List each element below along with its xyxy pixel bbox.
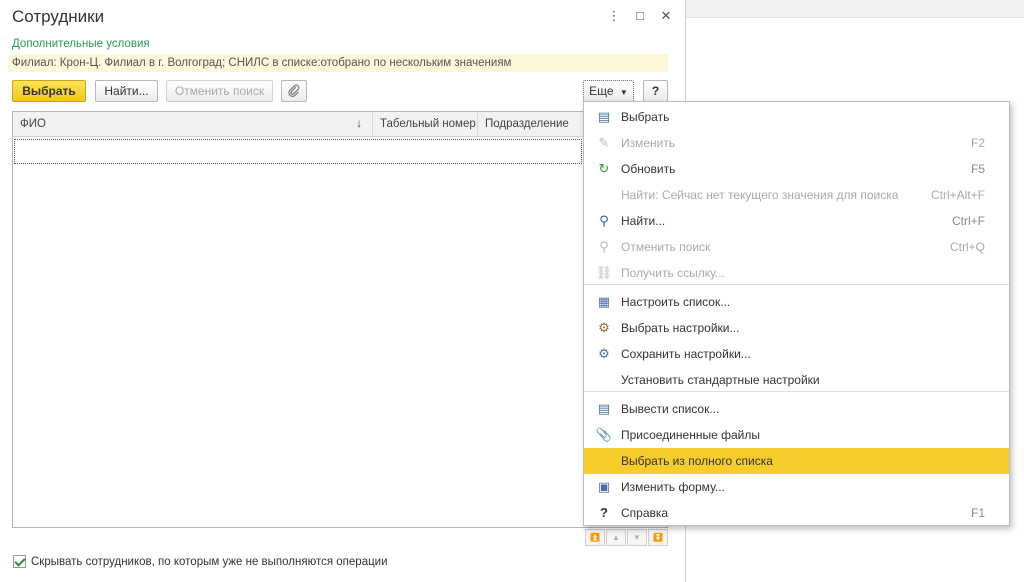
hide-inactive-checkbox-row[interactable]: Скрывать сотрудников, по которым уже не … xyxy=(13,555,388,568)
menu-item-label: Обновить xyxy=(621,162,676,176)
menu-item-label: Справка xyxy=(621,506,669,520)
menu-item[interactable]: ⚙ Выбрать настройки... xyxy=(584,315,1009,341)
menu-item[interactable]: ⛓ Получить ссылку... xyxy=(584,260,1009,286)
more-actions-menu: ▤ Выбрать ✎ Изменить F2 ↻ Обновить F5 Найти: Сей… xyxy=(583,101,1010,526)
attachment-icon: 📎 xyxy=(595,427,613,442)
menu-item[interactable]: Найти: Сейчас нет текущего значения для … xyxy=(584,182,1009,208)
menu-item[interactable]: ⚲ Отменить поиск Ctrl+Q xyxy=(584,234,1009,260)
table-header: ФИО ↓ Табельный номер Подразделение xyxy=(13,112,667,137)
close-icon[interactable]: ✕ xyxy=(658,8,674,24)
menu-item[interactable]: 📎 Присоединенные файлы xyxy=(584,422,1009,448)
help-icon: ? xyxy=(600,505,608,520)
link-icon: ⛓ xyxy=(595,265,613,280)
scroll-bottom-button[interactable]: ⏬ xyxy=(648,529,668,546)
background-window-strip xyxy=(686,0,1024,18)
menu-item[interactable]: ▤ Вывести список... xyxy=(584,396,1009,422)
menu-item[interactable]: Установить стандартные настройки xyxy=(584,367,1009,393)
menu-item-label: Выбрать xyxy=(621,110,670,124)
menu-item-label: Получить ссылку... xyxy=(621,266,725,280)
table-row[interactable] xyxy=(14,139,582,164)
select-icon: ▤ xyxy=(597,109,611,124)
cancel-search-icon: ⚲ xyxy=(599,239,609,254)
more-actions-icon[interactable]: ⋮ xyxy=(606,8,622,24)
extra-conditions-link[interactable]: Дополнительные условия xyxy=(12,38,150,50)
attach-button[interactable] xyxy=(281,80,307,102)
menu-item[interactable]: ⚲ Найти... Ctrl+F xyxy=(584,208,1009,234)
refresh-icon: ↻ xyxy=(598,161,610,176)
pencil-icon: ✎ xyxy=(598,135,610,150)
column-department[interactable]: Подразделение xyxy=(478,112,588,136)
menu-item-shortcut: Ctrl+Alt+F xyxy=(930,188,985,202)
menu-item-label: Установить стандартные настройки xyxy=(621,373,820,387)
hide-inactive-label: Скрывать сотрудников, по которым уже не … xyxy=(31,555,388,568)
menu-item-label: Вывести список... xyxy=(621,402,720,416)
scroll-top-button[interactable]: ⏫ xyxy=(585,529,605,546)
menu-item-label: Найти... xyxy=(621,214,666,228)
chevron-down-icon: ▼ xyxy=(619,88,628,97)
cancel-search-button[interactable]: Отменить поиск xyxy=(166,80,273,102)
menu-item[interactable]: ▤ Выбрать xyxy=(584,104,1009,130)
menu-item-label: Выбрать настройки... xyxy=(621,321,740,335)
menu-item-label: Найти: Сейчас нет текущего значения для … xyxy=(621,188,899,202)
menu-item-shortcut: Ctrl+F xyxy=(952,214,985,228)
column-fio-label: ФИО xyxy=(20,118,46,130)
select-button[interactable]: Выбрать xyxy=(12,80,86,102)
maximize-icon[interactable]: □ xyxy=(632,8,648,23)
help-button[interactable]: ? xyxy=(643,80,668,102)
menu-item-label: Изменить форму... xyxy=(621,480,725,494)
menu-item[interactable]: ↻ Обновить F5 xyxy=(584,156,1009,182)
menu-item[interactable]: ▦ Настроить список... xyxy=(584,289,1009,315)
find-button[interactable]: Найти... xyxy=(95,80,158,102)
filter-summary: Филиал: Крон-Ц. Филиал в г. Волгоград; С… xyxy=(8,54,668,72)
hide-inactive-checkbox[interactable] xyxy=(13,555,26,568)
paperclip-icon xyxy=(288,84,300,97)
menu-item-shortcut: F2 xyxy=(970,136,985,150)
menu-item-label: Присоединенные файлы xyxy=(621,428,760,442)
scroll-down-button[interactable]: ▼ xyxy=(627,529,647,546)
menu-item[interactable]: ✎ Изменить F2 xyxy=(584,130,1009,156)
table-scroll-buttons: ⏫ ▲ ▼ ⏬ xyxy=(585,529,669,546)
menu-item-label: Настроить список... xyxy=(621,295,731,309)
menu-item-label: Отменить поиск xyxy=(621,240,711,254)
menu-item[interactable]: Выбрать из полного списка xyxy=(584,448,1009,474)
menu-item-shortcut: F1 xyxy=(970,506,985,520)
menu-item-label: Изменить xyxy=(621,136,676,150)
print-list-icon: ▤ xyxy=(597,401,611,416)
choose-settings-icon: ⚙ xyxy=(598,320,610,335)
menu-item[interactable]: ▣ Изменить форму... xyxy=(584,474,1009,500)
menu-item-shortcut: F5 xyxy=(970,162,985,176)
change-form-icon: ▣ xyxy=(597,479,611,494)
configure-list-icon: ▦ xyxy=(597,294,611,309)
menu-item[interactable]: ⚙ Сохранить настройки... xyxy=(584,341,1009,367)
menu-item-label: Выбрать из полного списка xyxy=(621,454,773,468)
column-tab-number[interactable]: Табельный номер xyxy=(373,112,478,136)
scroll-up-button[interactable]: ▲ xyxy=(606,529,626,546)
search-icon: ⚲ xyxy=(599,213,609,228)
menu-item[interactable]: ? Справка F1 xyxy=(584,500,1009,526)
more-button[interactable]: Еще ▼ xyxy=(583,80,634,102)
sort-desc-icon: ↓ xyxy=(356,118,362,130)
menu-item-label: Сохранить настройки... xyxy=(621,347,751,361)
more-button-label: Еще xyxy=(589,84,614,98)
column-fio[interactable]: ФИО ↓ xyxy=(13,112,373,136)
employees-table[interactable]: ФИО ↓ Табельный номер Подразделение xyxy=(12,111,668,528)
menu-item-shortcut: Ctrl+Q xyxy=(949,240,985,254)
save-settings-icon: ⚙ xyxy=(598,346,610,361)
form-title: Сотрудники xyxy=(12,7,105,26)
